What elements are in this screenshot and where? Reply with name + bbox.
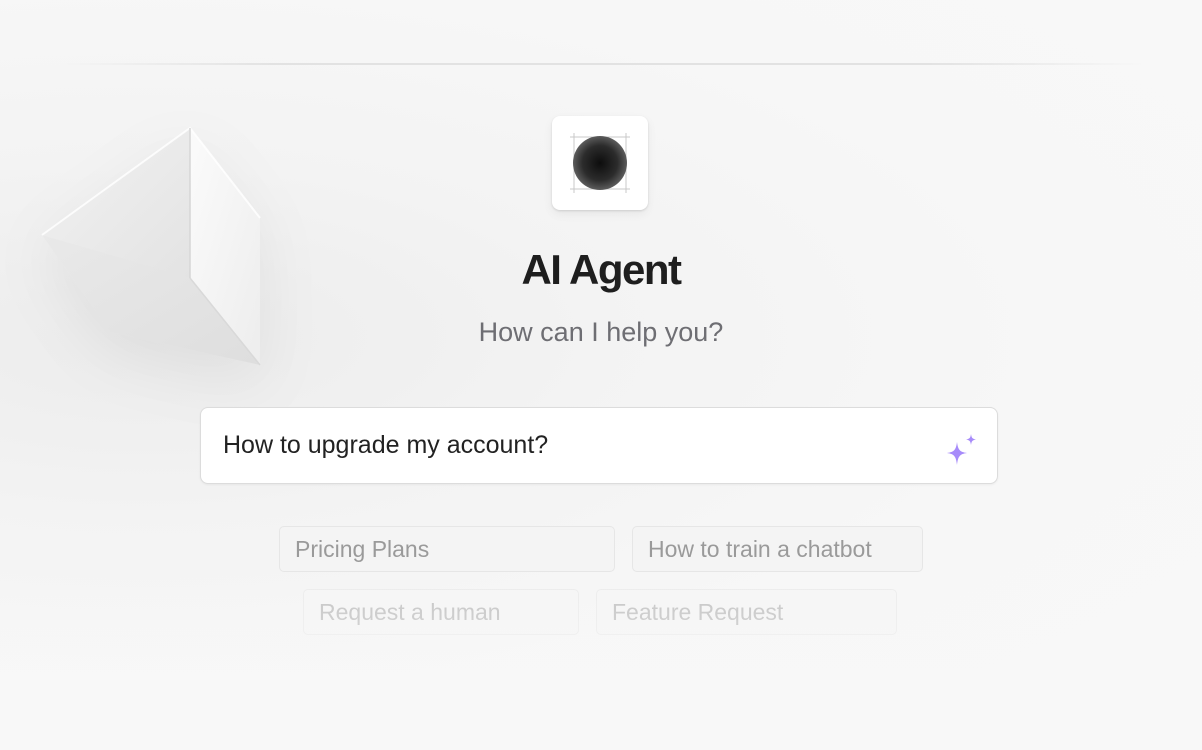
suggestion-chip[interactable]: Pricing Plans [279, 526, 615, 572]
sparkle-icon[interactable] [945, 432, 979, 466]
page-subtitle: How can I help you? [478, 317, 724, 347]
suggestion-chip[interactable]: How to train a chatbot [632, 526, 923, 572]
header-divider [60, 63, 1142, 65]
search-box [200, 407, 998, 484]
page-title: AI Agent [521, 246, 682, 293]
suggestion-chip[interactable]: Feature Request [596, 589, 897, 635]
sphere-logo-icon [570, 133, 630, 193]
search-input[interactable] [223, 408, 923, 483]
agent-logo [552, 116, 648, 210]
suggestion-chip[interactable]: Request a human [303, 589, 579, 635]
